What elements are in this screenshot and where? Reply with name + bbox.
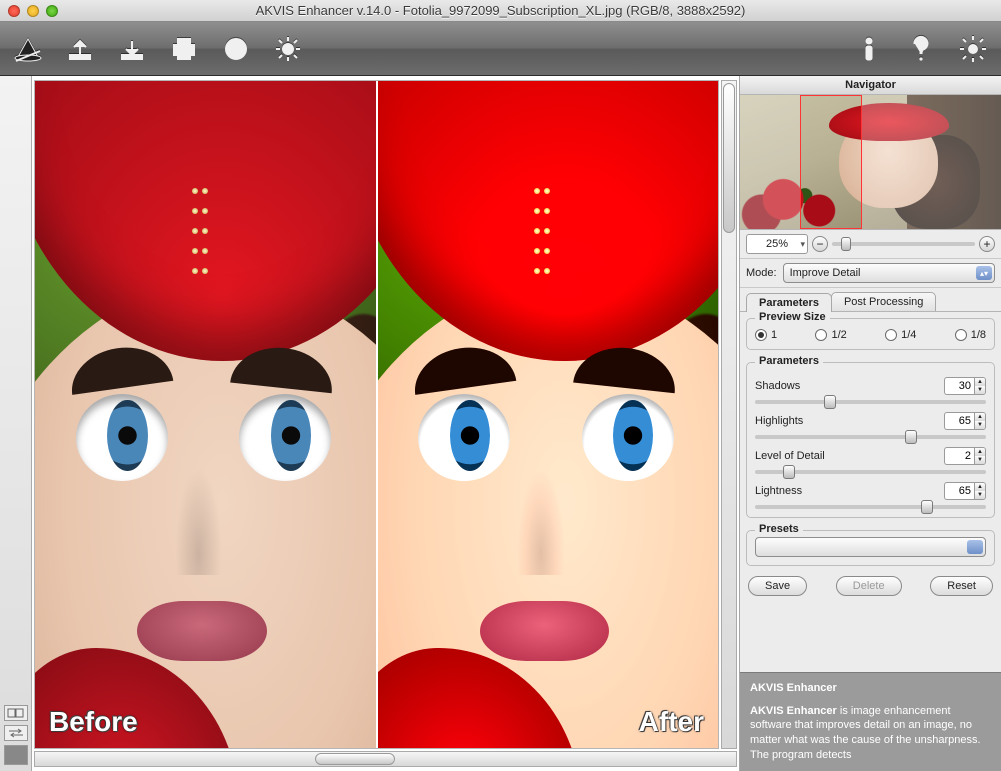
save-button[interactable]: Save — [748, 576, 807, 596]
zoom-value: 25% — [766, 238, 788, 250]
reset-button[interactable]: Reset — [930, 576, 993, 596]
navigator-viewport-box[interactable] — [800, 95, 862, 229]
zoom-window-button[interactable] — [46, 5, 58, 17]
info-body-prefix: AKVIS Enhancer — [750, 705, 837, 717]
canvas-area: Before After — [32, 76, 739, 771]
detail-input[interactable] — [944, 447, 974, 465]
mode-label: Mode: — [746, 267, 777, 279]
main-toolbar — [0, 22, 1001, 76]
zoom-slider[interactable] — [832, 242, 975, 246]
highlights-input[interactable] — [944, 412, 974, 430]
info-title: AKVIS Enhancer — [750, 681, 991, 696]
mode-select[interactable]: Improve Detail▴▾ — [783, 263, 995, 283]
highlights-slider[interactable] — [755, 435, 986, 439]
zoom-select[interactable]: 25% — [746, 234, 808, 254]
lightness-slider[interactable] — [755, 505, 986, 509]
shadows-stepper[interactable]: ▲▼ — [974, 377, 986, 395]
right-panel: Navigator 25% − + Mode: Improve Detail▴▾… — [739, 76, 1001, 771]
close-window-button[interactable] — [8, 5, 20, 17]
before-pane: Before — [35, 81, 376, 748]
before-after-compare[interactable]: Before After — [34, 80, 719, 749]
settings-icon[interactable] — [953, 29, 993, 69]
tab-post-processing[interactable]: Post Processing — [831, 292, 936, 311]
before-label: Before — [49, 706, 138, 738]
preview-size-1[interactable]: 1 — [755, 329, 777, 341]
parameters-group: Parameters Shadows ▲▼ Highlights ▲▼ Leve… — [746, 362, 995, 518]
view-single-button[interactable] — [4, 705, 28, 721]
run-icon[interactable] — [268, 29, 308, 69]
preview-size-1-4[interactable]: 1/4 — [885, 329, 916, 341]
shadows-label: Shadows — [755, 380, 800, 392]
highlights-stepper[interactable]: ▲▼ — [974, 412, 986, 430]
parameters-legend: Parameters — [755, 355, 823, 367]
minimize-window-button[interactable] — [27, 5, 39, 17]
navigator-thumbnail[interactable] — [740, 95, 1001, 230]
window-titlebar: AKVIS Enhancer v.14.0 - Fotolia_9972099_… — [0, 0, 1001, 22]
preview-size-legend: Preview Size — [755, 311, 830, 323]
save-icon[interactable] — [112, 29, 152, 69]
shadows-slider[interactable] — [755, 400, 986, 404]
print-icon[interactable] — [164, 29, 204, 69]
canvas-vertical-scrollbar[interactable] — [721, 80, 737, 749]
after-label: After — [639, 706, 704, 738]
preview-size-1-8[interactable]: 1/8 — [955, 329, 986, 341]
shadows-input[interactable] — [944, 377, 974, 395]
info-panel: AKVIS Enhancer AKVIS Enhancer is image e… — [740, 672, 1001, 771]
detail-slider[interactable] — [755, 470, 986, 474]
navigator-header: Navigator — [740, 76, 1001, 95]
canvas-horizontal-scrollbar[interactable] — [34, 751, 737, 767]
presets-select[interactable] — [755, 537, 986, 557]
presets-legend: Presets — [755, 523, 803, 535]
delete-button[interactable]: Delete — [836, 576, 902, 596]
tab-parameters[interactable]: Parameters — [746, 293, 832, 312]
lightness-input[interactable] — [944, 482, 974, 500]
view-color-button[interactable] — [4, 745, 28, 765]
after-pane: After — [376, 81, 719, 748]
left-tool-strip — [0, 76, 32, 771]
info-icon[interactable] — [849, 29, 889, 69]
help-icon[interactable] — [901, 29, 941, 69]
preview-size-group: Preview Size 1 1/2 1/4 1/8 — [746, 318, 995, 350]
detail-stepper[interactable]: ▲▼ — [974, 447, 986, 465]
share-icon[interactable] — [216, 29, 256, 69]
zoom-out-button[interactable]: − — [812, 236, 828, 252]
presets-group: Presets — [746, 530, 995, 566]
zoom-in-button[interactable]: + — [979, 236, 995, 252]
lightness-stepper[interactable]: ▲▼ — [974, 482, 986, 500]
mode-value: Improve Detail — [790, 267, 861, 279]
window-title: AKVIS Enhancer v.14.0 - Fotolia_9972099_… — [0, 3, 1001, 18]
highlights-label: Highlights — [755, 415, 803, 427]
wizard-hat-icon[interactable] — [8, 29, 48, 69]
detail-label: Level of Detail — [755, 450, 825, 462]
open-icon[interactable] — [60, 29, 100, 69]
preview-size-1-2[interactable]: 1/2 — [815, 329, 846, 341]
view-swap-button[interactable] — [4, 725, 28, 741]
lightness-label: Lightness — [755, 485, 802, 497]
